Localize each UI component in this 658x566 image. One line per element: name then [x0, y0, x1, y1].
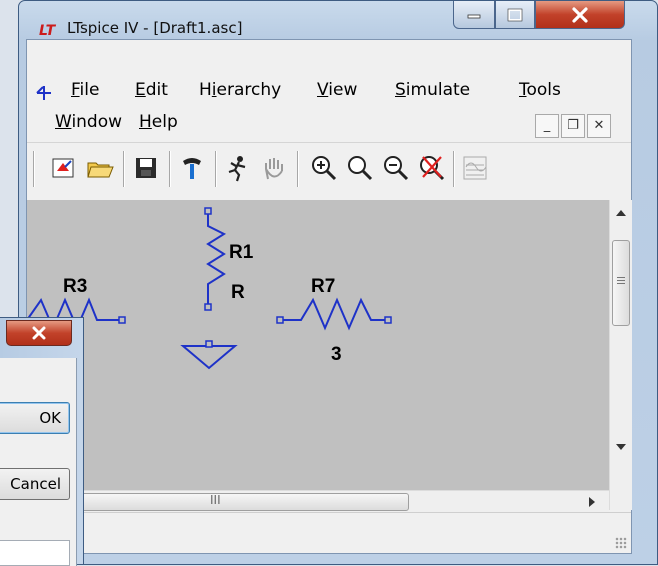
toolbar-separator [123, 151, 125, 187]
maximize-button[interactable] [495, 1, 535, 29]
r1-ref-label: R1 [229, 242, 254, 263]
minimize-button[interactable] [453, 1, 495, 29]
scroll-right-icon[interactable] [589, 497, 595, 507]
menu-bar: File Edit Hierarchy View Simulate Tools … [27, 40, 631, 138]
title-bar[interactable]: LT LTspice IV - [Draft1.asc] [19, 1, 657, 39]
mdi-restore-button[interactable]: ❐ [561, 114, 585, 138]
horizontal-scrollbar[interactable]: III [27, 490, 609, 513]
vertical-scrollbar[interactable] [609, 200, 632, 510]
save-icon[interactable] [131, 153, 161, 183]
grip-icon: III [210, 493, 221, 507]
menu-help[interactable]: Help [139, 112, 178, 132]
close-button[interactable] [535, 1, 625, 29]
zoom-in-icon[interactable] [309, 153, 339, 183]
ltspice-window: LT LTspice IV - [Draft1.asc] File Edit H… [18, 0, 658, 565]
toolbar [27, 142, 631, 197]
dialog-window: OK Cancel [0, 317, 84, 566]
toolbar-separator [297, 151, 299, 187]
run-icon[interactable] [223, 153, 253, 183]
status-bar [27, 512, 631, 553]
schematic-drawing: R1 R R3 R R7 3 [27, 207, 392, 370]
ground-symbol[interactable] [180, 340, 238, 370]
toolbar-separator [453, 151, 455, 187]
mdi-close-button[interactable]: ✕ [587, 114, 611, 138]
mdi-minimize-button[interactable]: _ [535, 114, 559, 138]
menu-hierarchy[interactable]: Hierarchy [199, 80, 281, 100]
dialog-close-button[interactable] [6, 320, 72, 346]
menu-simulate[interactable]: Simulate [395, 80, 470, 100]
maximize-icon [507, 8, 523, 21]
toolbar-separator [33, 151, 35, 187]
resize-grip-icon[interactable] [615, 537, 627, 549]
new-schematic-icon[interactable] [49, 153, 79, 183]
r3-ref-label: R3 [63, 276, 87, 297]
control-panel-hammer-icon[interactable] [177, 153, 207, 183]
r7-value-label: 3 [331, 344, 342, 365]
schematic-canvas[interactable]: R1 R R3 R R7 3 [27, 200, 609, 490]
halt-hand-icon[interactable] [259, 153, 289, 183]
ok-button[interactable]: OK [0, 402, 70, 434]
window-title: LTspice IV - [Draft1.asc] [67, 19, 243, 37]
schematic-doc-icon [36, 86, 51, 100]
client-area: File Edit Hierarchy View Simulate Tools … [26, 39, 632, 554]
toolbar-separator [169, 151, 171, 187]
scroll-down-icon[interactable] [616, 444, 626, 450]
zoom-full-icon[interactable] [417, 153, 447, 183]
toolbar-separator [215, 151, 217, 187]
pan-icon[interactable] [345, 153, 375, 183]
menu-edit[interactable]: Edit [135, 80, 168, 100]
r7-ref-label: R7 [311, 276, 335, 297]
ltspice-logo-icon: LT [39, 23, 56, 39]
menu-tools[interactable]: Tools [519, 80, 561, 100]
resistor-r1[interactable] [204, 207, 227, 311]
menu-window[interactable]: Window [55, 112, 122, 132]
scroll-up-icon[interactable] [616, 210, 626, 216]
horizontal-scroll-thumb[interactable]: III [27, 493, 409, 511]
open-folder-icon[interactable] [85, 153, 115, 183]
dialog-body: OK Cancel [0, 358, 77, 566]
close-icon [32, 326, 46, 340]
r1-value-label: R [231, 282, 245, 303]
dialog-text-field[interactable] [0, 540, 70, 566]
cancel-button[interactable]: Cancel [0, 468, 70, 500]
minimize-icon [467, 14, 481, 18]
grip-icon [617, 277, 625, 278]
zoom-out-icon[interactable] [381, 153, 411, 183]
menu-file[interactable]: File [71, 80, 99, 100]
waveform-icon[interactable] [461, 153, 491, 183]
menu-view[interactable]: View [317, 80, 357, 100]
close-icon [572, 6, 588, 23]
resistor-r7[interactable] [276, 297, 392, 331]
vertical-scroll-thumb[interactable] [612, 240, 630, 326]
